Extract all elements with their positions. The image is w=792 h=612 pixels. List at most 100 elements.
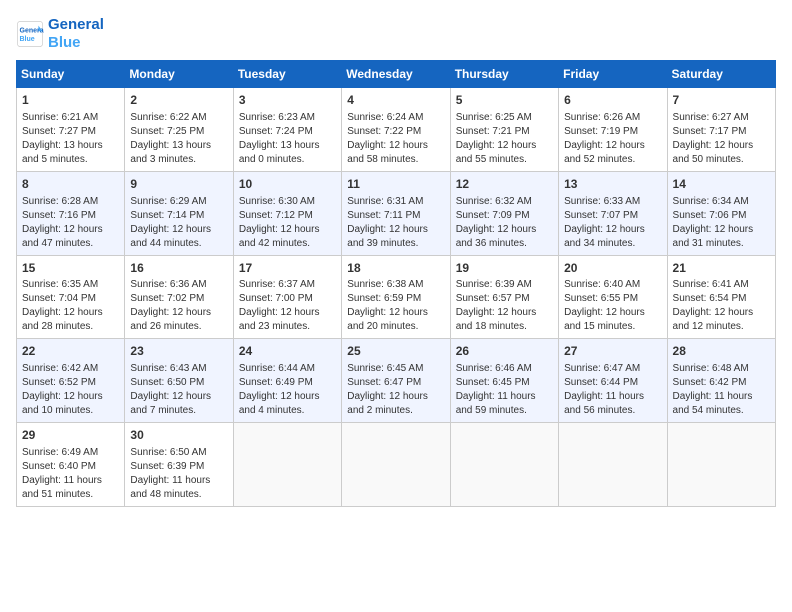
calendar-cell: 26 Sunrise: 6:46 AM Sunset: 6:45 PM Dayli… xyxy=(450,339,558,423)
calendar-header-friday: Friday xyxy=(559,61,667,88)
calendar-week-row: 8 Sunrise: 6:28 AM Sunset: 7:16 PM Daylig… xyxy=(17,171,776,255)
day-info: Sunrise: 6:30 AM Sunset: 7:12 PM Dayligh… xyxy=(239,195,336,251)
day-number: 29 xyxy=(22,427,119,444)
day-info: Sunrise: 6:33 AM Sunset: 7:07 PM Dayligh… xyxy=(564,195,661,251)
day-number: 7 xyxy=(673,92,770,109)
day-number: 10 xyxy=(239,176,336,193)
logo: General Blue General Blue xyxy=(16,16,104,52)
calendar-header-thursday: Thursday xyxy=(450,61,558,88)
calendar-cell: 4 Sunrise: 6:24 AM Sunset: 7:22 PM Daylig… xyxy=(342,88,450,172)
day-number: 8 xyxy=(22,176,119,193)
calendar-cell: 30Sunrise: 6:50 AM Sunset: 6:39 PM Dayli… xyxy=(125,423,233,507)
calendar-cell: 23 Sunrise: 6:43 AM Sunset: 6:50 PM Dayli… xyxy=(125,339,233,423)
day-number: 4 xyxy=(347,92,444,109)
day-number: 28 xyxy=(673,343,770,360)
day-number: 21 xyxy=(673,260,770,277)
day-number: 22 xyxy=(22,343,119,360)
calendar-header-wednesday: Wednesday xyxy=(342,61,450,88)
day-info: Sunrise: 6:44 AM Sunset: 6:49 PM Dayligh… xyxy=(239,362,336,418)
calendar-cell: 19Sunrise: 6:39 AM Sunset: 6:57 PM Dayli… xyxy=(450,255,558,339)
day-number: 17 xyxy=(239,260,336,277)
day-info: Sunrise: 6:43 AM Sunset: 6:50 PM Dayligh… xyxy=(130,362,227,418)
day-info: Sunrise: 6:47 AM Sunset: 6:44 PM Dayligh… xyxy=(564,362,661,418)
calendar-cell: 6Sunrise: 6:26 AM Sunset: 7:19 PM Daylig… xyxy=(559,88,667,172)
day-info: Sunrise: 6:36 AM Sunset: 7:02 PM Dayligh… xyxy=(130,278,227,334)
calendar-cell: 1Sunrise: 6:21 AM Sunset: 7:27 PM Daylig… xyxy=(17,88,125,172)
day-info: Sunrise: 6:24 AM Sunset: 7:22 PM Dayligh… xyxy=(347,111,444,167)
calendar-cell: 14 Sunrise: 6:34 AM Sunset: 7:06 PM Dayli… xyxy=(667,171,775,255)
day-number: 16 xyxy=(130,260,227,277)
calendar-cell: 7 Sunrise: 6:27 AM Sunset: 7:17 PM Daylig… xyxy=(667,88,775,172)
calendar-cell: 17Sunrise: 6:37 AM Sunset: 7:00 PM Dayli… xyxy=(233,255,341,339)
day-info: Sunrise: 6:45 AM Sunset: 6:47 PM Dayligh… xyxy=(347,362,444,418)
calendar-cell: 5Sunrise: 6:25 AM Sunset: 7:21 PM Daylig… xyxy=(450,88,558,172)
day-info: Sunrise: 6:39 AM Sunset: 6:57 PM Dayligh… xyxy=(456,278,553,334)
day-info: Sunrise: 6:35 AM Sunset: 7:04 PM Dayligh… xyxy=(22,278,119,334)
calendar-cell: 29 Sunrise: 6:49 AM Sunset: 6:40 PM Dayli… xyxy=(17,423,125,507)
day-info: Sunrise: 6:49 AM Sunset: 6:40 PM Dayligh… xyxy=(22,446,119,502)
day-info: Sunrise: 6:27 AM Sunset: 7:17 PM Dayligh… xyxy=(673,111,770,167)
calendar-cell: 18Sunrise: 6:38 AM Sunset: 6:59 PM Dayli… xyxy=(342,255,450,339)
calendar-cell: 11Sunrise: 6:31 AM Sunset: 7:11 PM Dayli… xyxy=(342,171,450,255)
calendar-cell xyxy=(559,423,667,507)
day-info: Sunrise: 6:34 AM Sunset: 7:06 PM Dayligh… xyxy=(673,195,770,251)
day-info: Sunrise: 6:37 AM Sunset: 7:00 PM Dayligh… xyxy=(239,278,336,334)
day-info: Sunrise: 6:28 AM Sunset: 7:16 PM Dayligh… xyxy=(22,195,119,251)
day-number: 3 xyxy=(239,92,336,109)
calendar-cell: 24Sunrise: 6:44 AM Sunset: 6:49 PM Dayli… xyxy=(233,339,341,423)
day-info: Sunrise: 6:21 AM Sunset: 7:27 PM Dayligh… xyxy=(22,111,119,167)
calendar-cell: 8 Sunrise: 6:28 AM Sunset: 7:16 PM Daylig… xyxy=(17,171,125,255)
calendar-week-row: 29 Sunrise: 6:49 AM Sunset: 6:40 PM Dayli… xyxy=(17,423,776,507)
day-number: 11 xyxy=(347,176,444,193)
calendar-cell: 22 Sunrise: 6:42 AM Sunset: 6:52 PM Dayli… xyxy=(17,339,125,423)
svg-text:Blue: Blue xyxy=(20,36,35,43)
calendar-header-tuesday: Tuesday xyxy=(233,61,341,88)
calendar-cell: 10 Sunrise: 6:30 AM Sunset: 7:12 PM Dayli… xyxy=(233,171,341,255)
calendar-cell: 13 Sunrise: 6:33 AM Sunset: 7:07 PM Dayli… xyxy=(559,171,667,255)
calendar-cell xyxy=(342,423,450,507)
day-info: Sunrise: 6:40 AM Sunset: 6:55 PM Dayligh… xyxy=(564,278,661,334)
logo-icon: General Blue xyxy=(16,20,44,48)
day-number: 27 xyxy=(564,343,661,360)
day-number: 12 xyxy=(456,176,553,193)
day-info: Sunrise: 6:48 AM Sunset: 6:42 PM Dayligh… xyxy=(673,362,770,418)
logo-text: General Blue xyxy=(48,16,104,52)
calendar-header-monday: Monday xyxy=(125,61,233,88)
calendar-cell: 3 Sunrise: 6:23 AM Sunset: 7:24 PM Daylig… xyxy=(233,88,341,172)
day-info: Sunrise: 6:42 AM Sunset: 6:52 PM Dayligh… xyxy=(22,362,119,418)
calendar-week-row: 15Sunrise: 6:35 AM Sunset: 7:04 PM Dayli… xyxy=(17,255,776,339)
day-number: 13 xyxy=(564,176,661,193)
calendar-week-row: 1Sunrise: 6:21 AM Sunset: 7:27 PM Daylig… xyxy=(17,88,776,172)
calendar-cell: 20Sunrise: 6:40 AM Sunset: 6:55 PM Dayli… xyxy=(559,255,667,339)
day-number: 26 xyxy=(456,343,553,360)
day-number: 5 xyxy=(456,92,553,109)
day-number: 30 xyxy=(130,427,227,444)
day-number: 19 xyxy=(456,260,553,277)
day-number: 20 xyxy=(564,260,661,277)
day-info: Sunrise: 6:32 AM Sunset: 7:09 PM Dayligh… xyxy=(456,195,553,251)
calendar-header-row: SundayMondayTuesdayWednesdayThursdayFrid… xyxy=(17,61,776,88)
calendar-cell: 27 Sunrise: 6:47 AM Sunset: 6:44 PM Dayli… xyxy=(559,339,667,423)
day-number: 14 xyxy=(673,176,770,193)
calendar-cell: 2Sunrise: 6:22 AM Sunset: 7:25 PM Daylig… xyxy=(125,88,233,172)
calendar-cell: 12 Sunrise: 6:32 AM Sunset: 7:09 PM Dayli… xyxy=(450,171,558,255)
calendar-cell xyxy=(450,423,558,507)
day-info: Sunrise: 6:46 AM Sunset: 6:45 PM Dayligh… xyxy=(456,362,553,418)
day-number: 23 xyxy=(130,343,227,360)
day-number: 15 xyxy=(22,260,119,277)
day-info: Sunrise: 6:26 AM Sunset: 7:19 PM Dayligh… xyxy=(564,111,661,167)
day-info: Sunrise: 6:23 AM Sunset: 7:24 PM Dayligh… xyxy=(239,111,336,167)
calendar-cell: 25 Sunrise: 6:45 AM Sunset: 6:47 PM Dayli… xyxy=(342,339,450,423)
calendar-cell: 9Sunrise: 6:29 AM Sunset: 7:14 PM Daylig… xyxy=(125,171,233,255)
calendar-cell xyxy=(233,423,341,507)
calendar-cell: 15Sunrise: 6:35 AM Sunset: 7:04 PM Dayli… xyxy=(17,255,125,339)
day-info: Sunrise: 6:29 AM Sunset: 7:14 PM Dayligh… xyxy=(130,195,227,251)
day-number: 25 xyxy=(347,343,444,360)
calendar-table: SundayMondayTuesdayWednesdayThursdayFrid… xyxy=(16,60,776,507)
day-info: Sunrise: 6:41 AM Sunset: 6:54 PM Dayligh… xyxy=(673,278,770,334)
day-number: 18 xyxy=(347,260,444,277)
calendar-header-sunday: Sunday xyxy=(17,61,125,88)
day-info: Sunrise: 6:38 AM Sunset: 6:59 PM Dayligh… xyxy=(347,278,444,334)
calendar-cell: 16Sunrise: 6:36 AM Sunset: 7:02 PM Dayli… xyxy=(125,255,233,339)
calendar-cell xyxy=(667,423,775,507)
